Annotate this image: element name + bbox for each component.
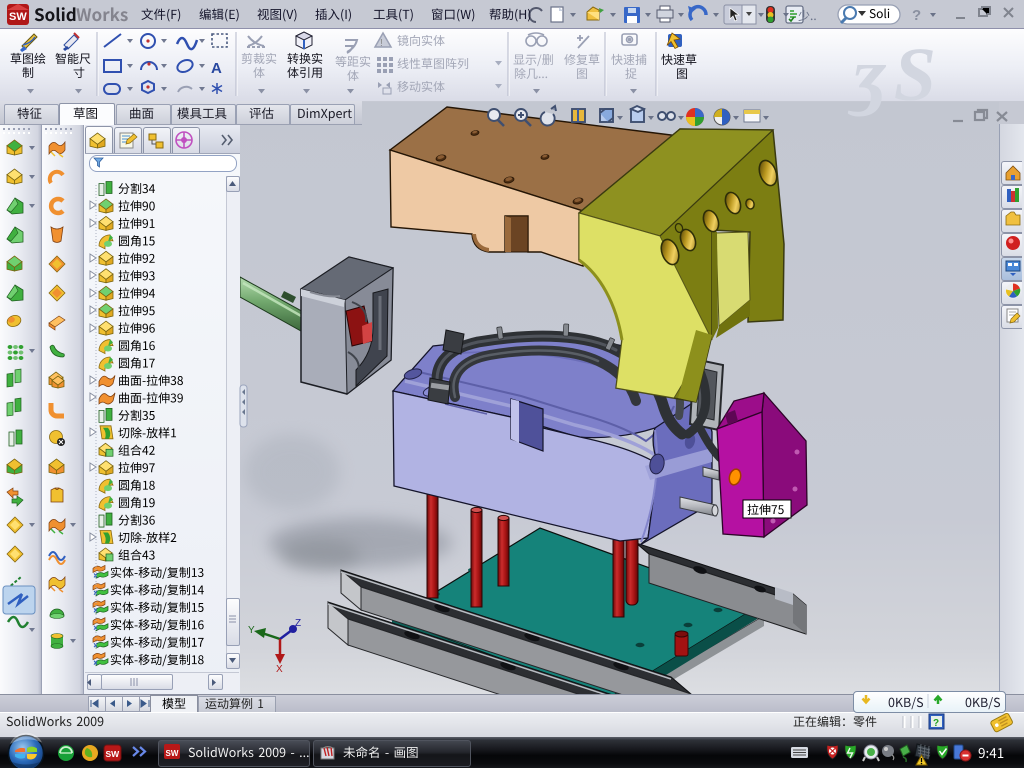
svg-text:ʒS: ʒS xyxy=(847,33,942,117)
svg-text:X: X xyxy=(276,664,283,675)
svg-text:?: ? xyxy=(933,718,939,729)
svg-text:SW: SW xyxy=(9,11,27,23)
svg-text:Y: Y xyxy=(248,625,255,636)
svg-text:SW: SW xyxy=(166,749,179,758)
svg-text:SW: SW xyxy=(106,749,121,759)
svg-text:?: ? xyxy=(912,7,921,24)
svg-text:Z: Z xyxy=(295,618,301,629)
svg-text:!: ! xyxy=(380,38,383,49)
svg-text:A: A xyxy=(211,60,222,77)
